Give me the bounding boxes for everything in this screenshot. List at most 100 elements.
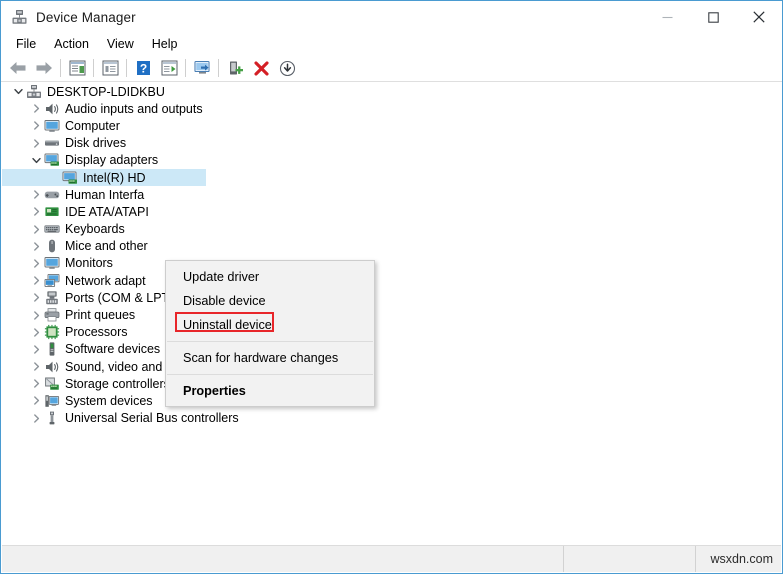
tree-label: Software devices: [65, 342, 161, 357]
context-menu-item-properties[interactable]: Properties: [166, 379, 374, 403]
tree-label: Storage controllers: [65, 376, 170, 391]
chevron-right-icon[interactable]: [28, 100, 44, 117]
toolbar-separator: [60, 59, 61, 77]
monitor-icon: [44, 118, 60, 134]
chevron-right-icon[interactable]: [28, 341, 44, 358]
chevron-right-icon[interactable]: [28, 135, 44, 152]
tree-label: Network adapt: [65, 273, 146, 288]
tree-row-root[interactable]: DESKTOP-LDIDKBU: [2, 83, 781, 100]
back-icon[interactable]: [5, 56, 31, 80]
tree-row-monitors[interactable]: Monitors: [2, 255, 781, 272]
status-bar: wsxdn.com: [2, 545, 781, 572]
chevron-down-icon[interactable]: [28, 152, 44, 169]
speaker-icon: [44, 101, 60, 117]
disable-device-icon[interactable]: [274, 56, 300, 80]
context-menu[interactable]: Update driver Disable device Uninstall d…: [165, 260, 375, 407]
chevron-right-icon[interactable]: [28, 117, 44, 134]
menu-view[interactable]: View: [98, 35, 143, 53]
chevron-right-icon[interactable]: [28, 410, 44, 427]
chevron-right-icon[interactable]: [28, 238, 44, 255]
uninstall-device-icon[interactable]: [248, 56, 274, 80]
chevron-right-icon[interactable]: [28, 358, 44, 375]
tree-row-mice[interactable]: Mice and other: [2, 238, 781, 255]
tree-row-intel-hd[interactable]: Intel(R) HD: [2, 168, 781, 187]
tree-row-display-adapters[interactable]: Display adapters: [2, 152, 781, 169]
display-adapter-icon: [44, 152, 60, 168]
context-menu-separator: [167, 374, 373, 375]
window-controls: [644, 1, 782, 33]
help-icon[interactable]: ?: [130, 56, 156, 80]
disk-icon: [44, 135, 60, 151]
port-icon: [44, 290, 60, 306]
chevron-right-icon[interactable]: [28, 221, 44, 238]
chevron-right-icon[interactable]: [28, 289, 44, 306]
maximize-button[interactable]: [690, 1, 736, 33]
chevron-right-icon[interactable]: [28, 392, 44, 409]
tree-label: Keyboards: [65, 222, 125, 237]
menu-action[interactable]: Action: [45, 35, 98, 53]
update-driver-icon[interactable]: [189, 56, 215, 80]
tree-row-system-devices[interactable]: System devices: [2, 392, 781, 409]
context-menu-item-disable-device[interactable]: Disable device: [166, 289, 374, 313]
tree-row-ports[interactable]: Ports (COM & LPT): [2, 289, 781, 306]
chevron-right-icon[interactable]: [28, 307, 44, 324]
context-menu-separator: [167, 341, 373, 342]
svg-text:?: ?: [139, 61, 146, 75]
software-device-icon: [44, 341, 60, 357]
watermark: wsxdn.com: [710, 552, 773, 566]
processor-icon: [44, 324, 60, 340]
properties-icon[interactable]: [97, 56, 123, 80]
forward-icon[interactable]: [31, 56, 57, 80]
tree-row-ide[interactable]: IDE ATA/ATAPI: [2, 203, 781, 220]
tree-label: Processors: [65, 325, 128, 340]
speaker-icon: [44, 359, 60, 375]
add-legacy-hardware-icon[interactable]: [222, 56, 248, 80]
tree-label: Ports (COM & LPT): [65, 290, 174, 305]
chevron-right-icon[interactable]: [28, 272, 44, 289]
tree-label: Monitors: [65, 256, 113, 271]
tree-row-storage-controllers[interactable]: Storage controllers: [2, 375, 781, 392]
menu-file[interactable]: File: [7, 35, 45, 53]
show-hide-console-tree-icon[interactable]: [64, 56, 90, 80]
minimize-button[interactable]: [644, 1, 690, 33]
context-menu-item-scan-for-hardware-changes[interactable]: Scan for hardware changes: [166, 346, 374, 370]
tree-row-computer[interactable]: Computer: [2, 117, 781, 134]
tree-row-disk-drives[interactable]: Disk drives: [2, 135, 781, 152]
tree-label: Universal Serial Bus controllers: [65, 411, 239, 426]
tree-row-sound[interactable]: Sound, video and game controllers: [2, 358, 781, 375]
tree-row-processors[interactable]: Processors: [2, 324, 781, 341]
menu-help[interactable]: Help: [143, 35, 187, 53]
hid-icon: [44, 187, 60, 203]
close-button[interactable]: [736, 1, 782, 33]
chevron-right-icon[interactable]: [28, 255, 44, 272]
tree-row-hid[interactable]: Human Interfa: [2, 186, 781, 203]
tree-row-network[interactable]: Network adapt: [2, 272, 781, 289]
menu-bar: File Action View Help: [1, 33, 782, 55]
context-menu-item-uninstall-device[interactable]: Uninstall device: [166, 313, 374, 337]
tree-row-print-queues[interactable]: Print queues: [2, 306, 781, 323]
tree-label: System devices: [65, 393, 153, 408]
device-tree[interactable]: DESKTOP-LDIDKBU Audio inputs and outputs: [2, 83, 781, 545]
tree-row-usb[interactable]: Universal Serial Bus controllers: [2, 410, 781, 427]
tree-row-keyboards[interactable]: Keyboards: [2, 221, 781, 238]
system-device-icon: [44, 393, 60, 409]
chevron-right-icon[interactable]: [28, 203, 44, 220]
tree-row-software-devices[interactable]: Software devices: [2, 341, 781, 358]
chevron-right-icon[interactable]: [28, 375, 44, 392]
toolbar-separator: [126, 59, 127, 77]
title-bar: Device Manager: [1, 1, 782, 33]
tree-label: Display adapters: [65, 153, 159, 168]
tree-row-audio[interactable]: Audio inputs and outputs: [2, 100, 781, 117]
scan-hardware-changes-icon[interactable]: [156, 56, 182, 80]
monitor-icon: [44, 255, 60, 271]
keyboard-icon: [44, 221, 60, 237]
chevron-down-icon[interactable]: [10, 83, 26, 100]
chevron-right-icon[interactable]: [28, 324, 44, 341]
toolbar-separator: [218, 59, 219, 77]
tree-label: Audio inputs and outputs: [65, 101, 203, 116]
display-adapter-icon: [62, 170, 78, 186]
context-menu-item-update-driver[interactable]: Update driver: [166, 265, 374, 289]
chevron-right-icon[interactable]: [28, 186, 44, 203]
window-title: Device Manager: [36, 9, 136, 25]
